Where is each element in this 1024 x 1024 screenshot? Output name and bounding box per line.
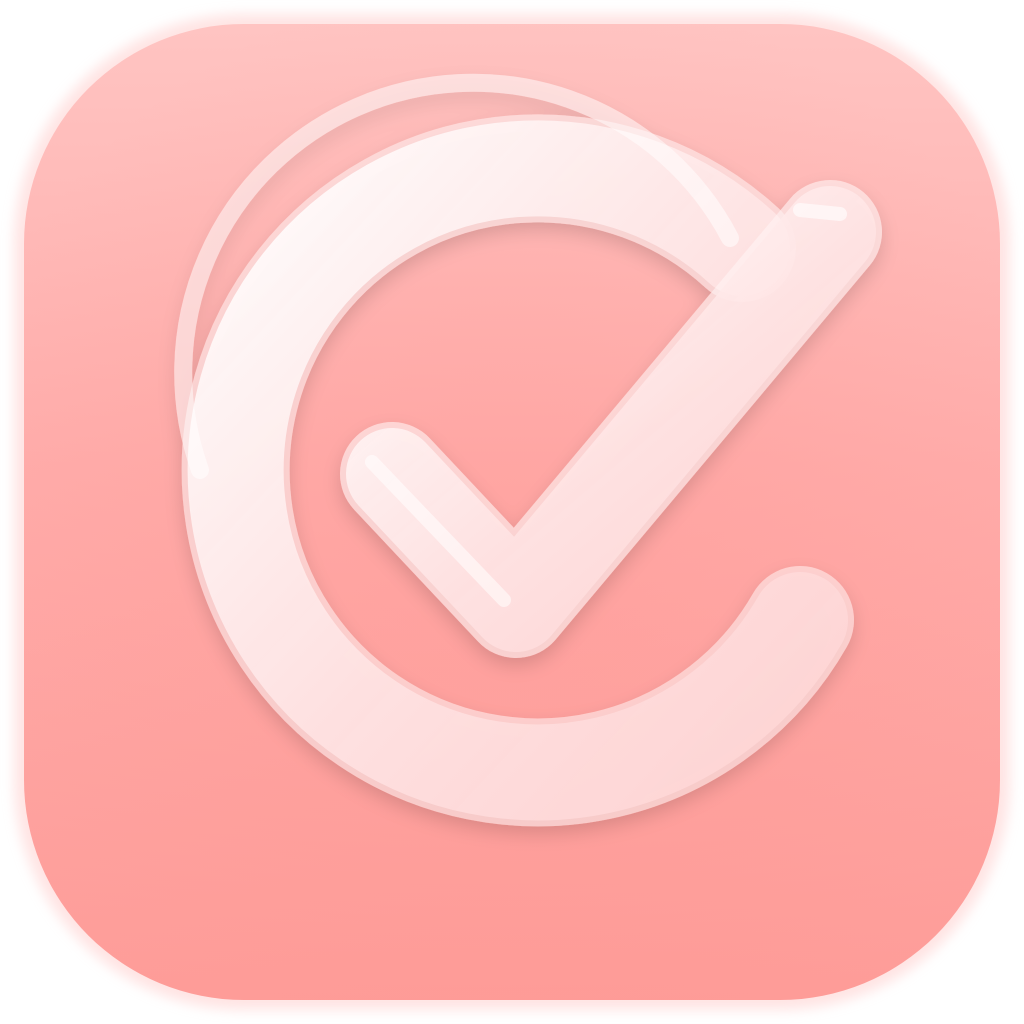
check-highlight-tip	[793, 203, 847, 221]
app-icon-canvas	[0, 0, 1024, 1024]
app-icon	[14, 14, 1010, 1010]
